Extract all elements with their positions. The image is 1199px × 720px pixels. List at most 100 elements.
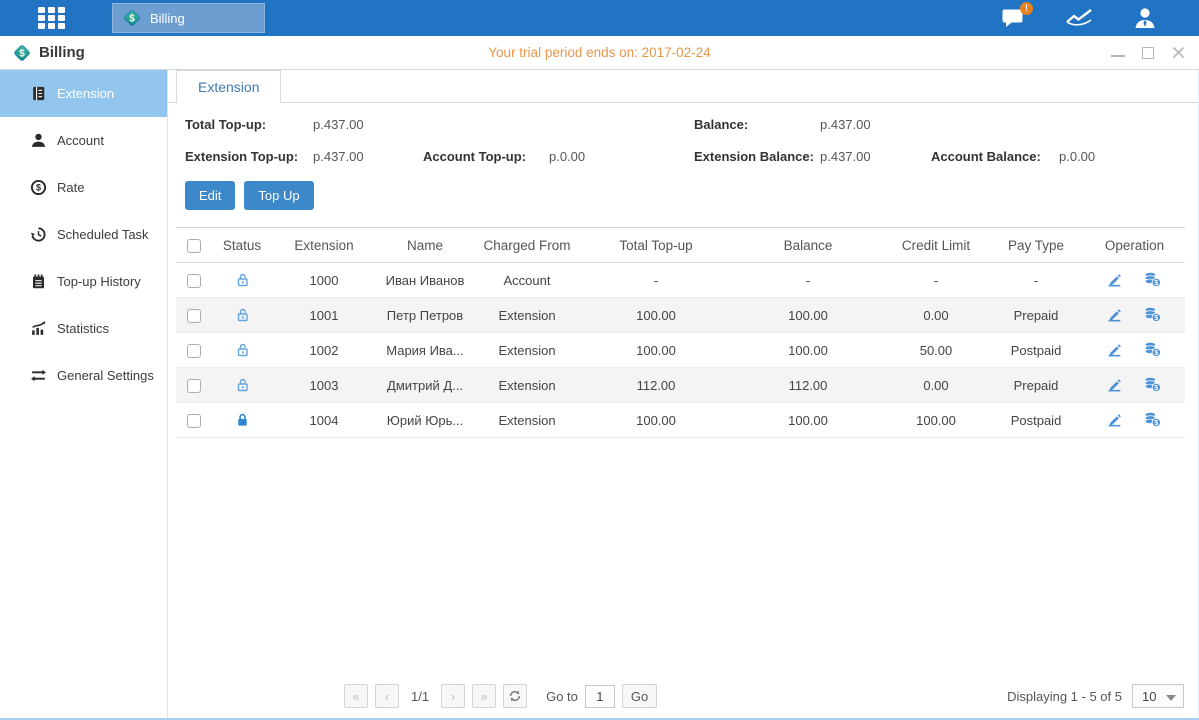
top-up-row-icon[interactable]: $ xyxy=(1143,376,1163,394)
page-indicator: 1/1 xyxy=(406,689,434,704)
svg-text:$: $ xyxy=(1155,350,1159,357)
row-checkbox[interactable] xyxy=(187,344,201,358)
pay-type-cell: - xyxy=(988,263,1084,298)
col-name: Name xyxy=(376,228,474,263)
table-row: 1002 Мария Ива... Extension 100.00 100.0… xyxy=(176,333,1185,368)
edit-row-icon[interactable] xyxy=(1106,341,1126,359)
unlocked-icon xyxy=(234,307,251,323)
edit-row-icon[interactable] xyxy=(1106,411,1126,429)
go-button[interactable]: Go xyxy=(622,684,657,708)
last-page-button[interactable]: » xyxy=(472,684,496,708)
svg-text:$: $ xyxy=(129,14,135,25)
total-topup-value: p.437.00 xyxy=(313,117,364,132)
tab-extension[interactable]: Extension xyxy=(176,70,281,103)
charged-from-cell: Extension xyxy=(474,403,580,438)
svg-text:$: $ xyxy=(1155,420,1159,427)
billing-app-tab[interactable]: $ Billing xyxy=(112,3,265,33)
sidebar-item-scheduled-task[interactable]: Scheduled Task xyxy=(0,211,167,258)
edit-button[interactable]: Edit xyxy=(185,181,235,210)
user-account-icon[interactable] xyxy=(1131,6,1159,30)
goto-page-input[interactable] xyxy=(585,685,615,708)
extension-balance-label: Extension Balance: xyxy=(694,149,820,164)
status-cell xyxy=(212,263,272,298)
total-topup-cell: 112.00 xyxy=(580,368,732,403)
charged-from-cell: Extension xyxy=(474,298,580,333)
pay-type-cell: Postpaid xyxy=(988,403,1084,438)
sidebar-item-extension[interactable]: Extension xyxy=(0,70,167,117)
unlocked-icon xyxy=(234,377,251,393)
app-grid-icon[interactable] xyxy=(38,7,68,29)
edit-row-icon[interactable] xyxy=(1106,306,1126,324)
col-balance: Balance xyxy=(732,228,884,263)
top-app-bar: $ Billing ! xyxy=(0,0,1199,36)
row-checkbox[interactable] xyxy=(187,274,201,288)
close-button[interactable] xyxy=(1171,46,1185,60)
page-size-dropdown[interactable]: 10 xyxy=(1132,684,1184,708)
ledger-icon xyxy=(30,85,47,102)
top-up-row-icon[interactable]: $ xyxy=(1143,306,1163,324)
status-cell xyxy=(212,298,272,333)
tab-strip: Extension xyxy=(168,70,1198,103)
svg-text:$: $ xyxy=(1155,315,1159,322)
charged-from-cell: Extension xyxy=(474,333,580,368)
messages-icon[interactable]: ! xyxy=(999,6,1027,30)
extension-topup-field: Extension Top-up:p.437.00 xyxy=(185,149,423,164)
operation-cell: $ xyxy=(1084,403,1185,438)
next-page-button[interactable]: › xyxy=(441,684,465,708)
top-up-row-icon[interactable]: $ xyxy=(1143,341,1163,359)
sidebar-item-general-settings[interactable]: General Settings xyxy=(0,352,167,399)
bar-chart-icon xyxy=(30,320,47,337)
account-topup-field: Account Top-up:p.0.00 xyxy=(423,149,694,164)
svg-text:$: $ xyxy=(19,48,25,59)
charged-from-cell: Extension xyxy=(474,368,580,403)
balance-label: Balance: xyxy=(694,117,820,132)
row-checkbox[interactable] xyxy=(187,414,201,428)
sidebar-item-statistics[interactable]: Statistics xyxy=(0,305,167,352)
unlocked-icon xyxy=(234,342,251,358)
maximize-button[interactable] xyxy=(1141,46,1155,60)
status-cell xyxy=(212,368,272,403)
balance-cell: 100.00 xyxy=(732,298,884,333)
main-panel: Extension Total Top-up:p.437.00 Balance:… xyxy=(168,70,1199,718)
sidebar-item-rate[interactable]: $ Rate xyxy=(0,164,167,211)
credit-limit-cell: 50.00 xyxy=(884,333,988,368)
col-operation: Operation xyxy=(1084,228,1185,263)
sidebar-item-label: General Settings xyxy=(57,368,154,383)
top-up-button[interactable]: Top Up xyxy=(244,181,313,210)
monitor-chart-icon[interactable] xyxy=(1065,6,1093,30)
extension-cell: 1001 xyxy=(272,298,376,333)
edit-row-icon[interactable] xyxy=(1106,376,1126,394)
extension-balance-value: p.437.00 xyxy=(820,149,871,164)
balance-field: Balance:p.437.00 xyxy=(694,117,931,132)
row-checkbox[interactable] xyxy=(187,379,201,393)
top-up-row-icon[interactable]: $ xyxy=(1143,271,1163,289)
svg-text:$: $ xyxy=(1155,280,1159,287)
locked-icon xyxy=(234,412,251,428)
balance-cell: 100.00 xyxy=(732,333,884,368)
select-all-checkbox[interactable] xyxy=(187,239,201,253)
paging-toolbar: « ‹ 1/1 › » Go to Go Displaying 1 - 5 of… xyxy=(344,684,1184,708)
window-title-bar: $ Billing Your trial period ends on: 201… xyxy=(0,36,1199,70)
tab-extension-label: Extension xyxy=(198,79,259,95)
first-page-button[interactable]: « xyxy=(344,684,368,708)
total-topup-cell: 100.00 xyxy=(580,298,732,333)
table-row: 1003 Дмитрий Д... Extension 112.00 112.0… xyxy=(176,368,1185,403)
status-cell xyxy=(212,403,272,438)
credit-limit-cell: 0.00 xyxy=(884,368,988,403)
total-topup-cell: - xyxy=(580,263,732,298)
extension-topup-label: Extension Top-up: xyxy=(185,149,313,164)
sidebar-item-label: Statistics xyxy=(57,321,109,336)
sidebar-item-topup-history[interactable]: Top-up History xyxy=(0,258,167,305)
refresh-button[interactable] xyxy=(503,684,527,708)
edit-row-icon[interactable] xyxy=(1106,271,1126,289)
prev-page-button[interactable]: ‹ xyxy=(375,684,399,708)
minimize-button[interactable] xyxy=(1111,48,1125,57)
sidebar-item-account[interactable]: Account xyxy=(0,117,167,164)
credit-limit-cell: 0.00 xyxy=(884,298,988,333)
row-checkbox[interactable] xyxy=(187,309,201,323)
col-credit-limit: Credit Limit xyxy=(884,228,988,263)
top-up-row-icon[interactable]: $ xyxy=(1143,411,1163,429)
operation-cell: $ xyxy=(1084,298,1185,333)
unlocked-icon xyxy=(234,272,251,288)
name-cell: Петр Петров xyxy=(376,298,474,333)
